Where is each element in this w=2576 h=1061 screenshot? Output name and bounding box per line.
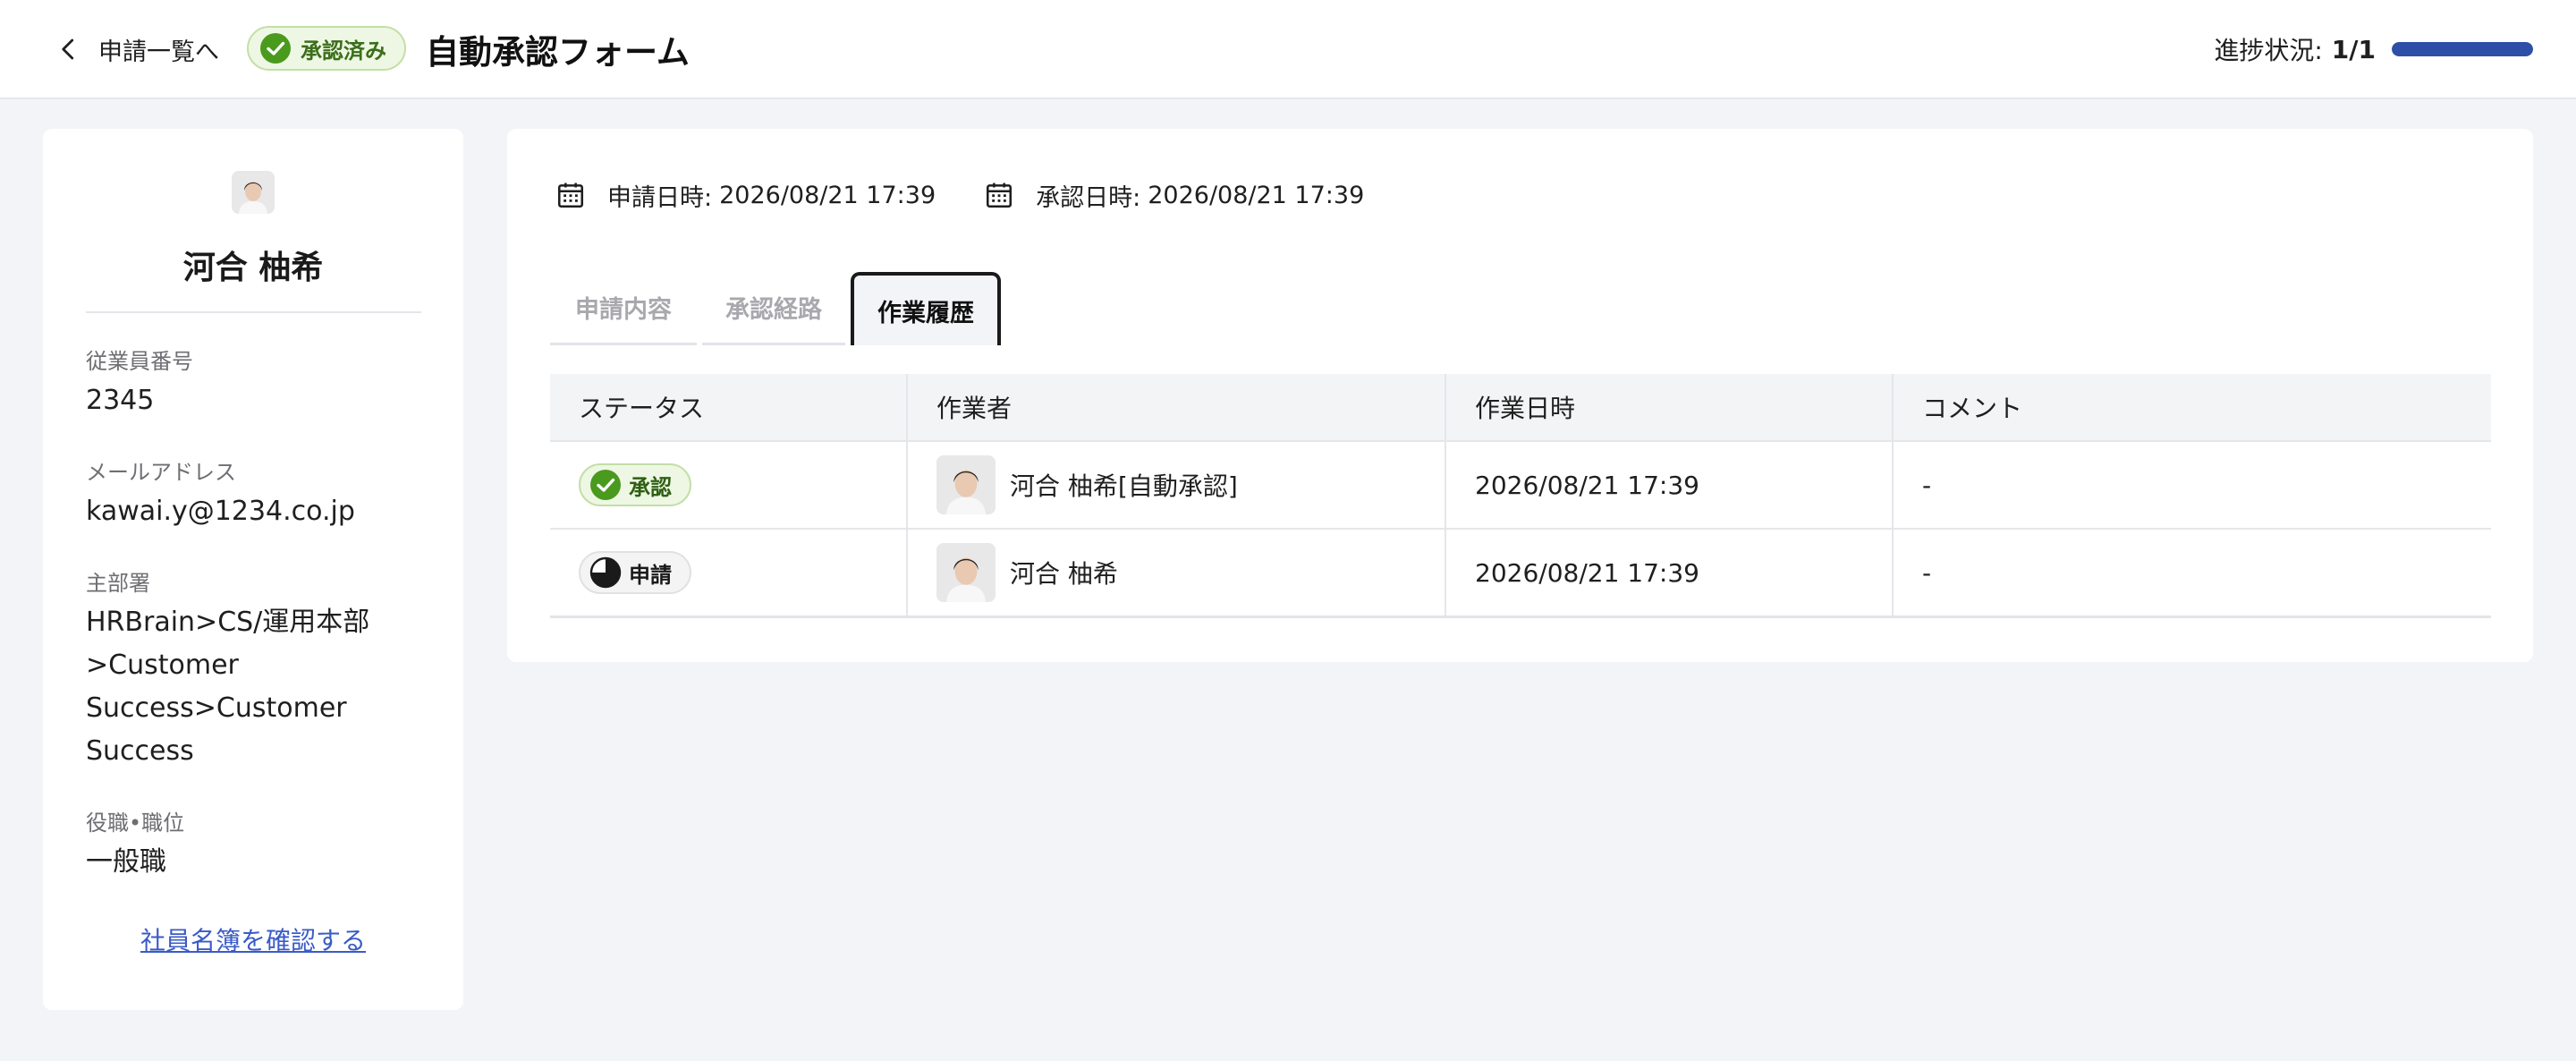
position-label: 役職•職位 xyxy=(86,811,185,836)
user-photo-icon xyxy=(232,171,275,214)
status-cell: 承認 xyxy=(550,442,908,528)
back-link-label: 申請一覧へ xyxy=(98,38,219,66)
worker-name: 河合 柚希[自動承認] xyxy=(1010,471,1238,501)
applied-date-value: 2026/08/21 17:39 xyxy=(719,181,936,209)
tab-approval-route[interactable]: 承認経路 xyxy=(702,272,845,345)
department-line: Success xyxy=(86,735,194,767)
email-value: kawai.y@1234.co.jp xyxy=(86,496,355,527)
status-label: 申請 xyxy=(629,562,672,588)
datetime-cell: 2026/08/21 17:39 xyxy=(1446,530,1894,615)
tab-application-content[interactable]: 申請内容 xyxy=(550,272,697,345)
progress-bar xyxy=(2392,42,2533,56)
employee-name: 河合 柚希 xyxy=(182,250,324,286)
department-line: HRBrain>CS/運用本部 xyxy=(86,607,370,638)
avatar xyxy=(232,171,275,214)
avatar xyxy=(936,543,996,602)
calendar-icon xyxy=(557,182,584,208)
progress-value: 1/1 xyxy=(2331,34,2376,64)
column-header-datetime: 作業日時 xyxy=(1446,374,1894,440)
worker: 河合 柚希[自動承認] xyxy=(936,455,1238,514)
datetime-cell: 2026/08/21 17:39 xyxy=(1446,442,1894,528)
employee-number-label: 従業員番号 xyxy=(86,349,193,374)
worker: 河合 柚希 xyxy=(936,543,1118,602)
position-value: 一般職 xyxy=(86,846,166,878)
table-header: ステータス 作業者 作業日時 コメント xyxy=(550,374,2491,440)
department-line: >Customer xyxy=(86,649,239,681)
comment-cell: - xyxy=(1922,470,1932,500)
column-header-comment: コメント xyxy=(1922,394,2023,423)
chevron-left-icon xyxy=(62,38,74,60)
detail-tabs: 申請内容 承認経路 作業履歴 xyxy=(550,272,1006,345)
profile-divider xyxy=(86,311,421,313)
page-title: 自動承認フォーム xyxy=(426,33,690,72)
worker-cell: 河合 柚希 xyxy=(908,530,1446,615)
user-photo-icon xyxy=(936,455,996,514)
approved-date-value: 2026/08/21 17:39 xyxy=(1148,181,1365,209)
employee-profile-card: 河合 柚希 従業員番号 2345 メールアドレス kawai.y@1234.co… xyxy=(43,129,463,1010)
approved-date-label: 承認日時: xyxy=(1036,183,1141,212)
employee-directory-link[interactable]: 社員名簿を確認する xyxy=(43,921,463,957)
status-badge-label: 承認済み xyxy=(301,38,386,64)
progress-status: 進捗状況: 1/1 xyxy=(2214,30,2533,68)
applied-date: 申請日時: 2026/08/21 17:39 xyxy=(555,178,936,213)
column-header-worker: 作業者 xyxy=(908,374,1446,440)
employee-number-value: 2345 xyxy=(86,385,155,416)
status-badge-applied: 申請 xyxy=(579,551,691,594)
department-line: Success>Customer xyxy=(86,692,347,724)
table-row: 申請 河合 柚希 2026/08/21 17:39 - xyxy=(550,528,2491,615)
check-circle-icon xyxy=(590,470,621,500)
comment-cell: - xyxy=(1922,557,1932,588)
department-value: HRBrain>CS/運用本部 >Customer Success>Custom… xyxy=(86,601,426,773)
date-row: 申請日時: 2026/08/21 17:39 承認日時: 2026/08/21 … xyxy=(555,175,1412,215)
calendar-icon xyxy=(987,182,1013,208)
worker-name: 河合 柚希 xyxy=(1010,559,1118,589)
back-to-list-link[interactable]: 申請一覧へ xyxy=(55,30,219,68)
work-history-table: ステータス 作業者 作業日時 コメント 承認 河合 柚希[自動承認] 2026/… xyxy=(550,374,2491,618)
progress-label: 進捗状況: xyxy=(2214,36,2323,65)
worker-cell: 河合 柚希[自動承認] xyxy=(908,442,1446,528)
user-photo-icon xyxy=(936,543,996,602)
column-header-status: ステータス xyxy=(550,374,908,440)
status-cell: 申請 xyxy=(550,530,908,615)
progress-bar-fill xyxy=(2392,42,2533,56)
department-label: 主部署 xyxy=(86,571,150,596)
email-label: メールアドレス xyxy=(86,460,236,485)
pie-progress-icon xyxy=(589,556,622,589)
page-header: 申請一覧へ 承認済み 自動承認フォーム 進捗状況: 1/1 xyxy=(0,0,2576,99)
application-detail-panel: 申請日時: 2026/08/21 17:39 承認日時: 2026/08/21 … xyxy=(507,129,2533,662)
status-badge: 承認済み xyxy=(247,26,406,71)
tab-work-history[interactable]: 作業履歴 xyxy=(851,272,1001,345)
status-badge-approved: 承認 xyxy=(579,463,691,506)
status-label: 承認 xyxy=(629,474,672,500)
applied-date-label: 申請日時: xyxy=(607,183,713,212)
check-circle-icon xyxy=(260,33,291,64)
avatar xyxy=(936,455,996,514)
table-row: 承認 河合 柚希[自動承認] 2026/08/21 17:39 - xyxy=(550,440,2491,528)
approved-date: 承認日時: 2026/08/21 17:39 xyxy=(984,178,1364,213)
